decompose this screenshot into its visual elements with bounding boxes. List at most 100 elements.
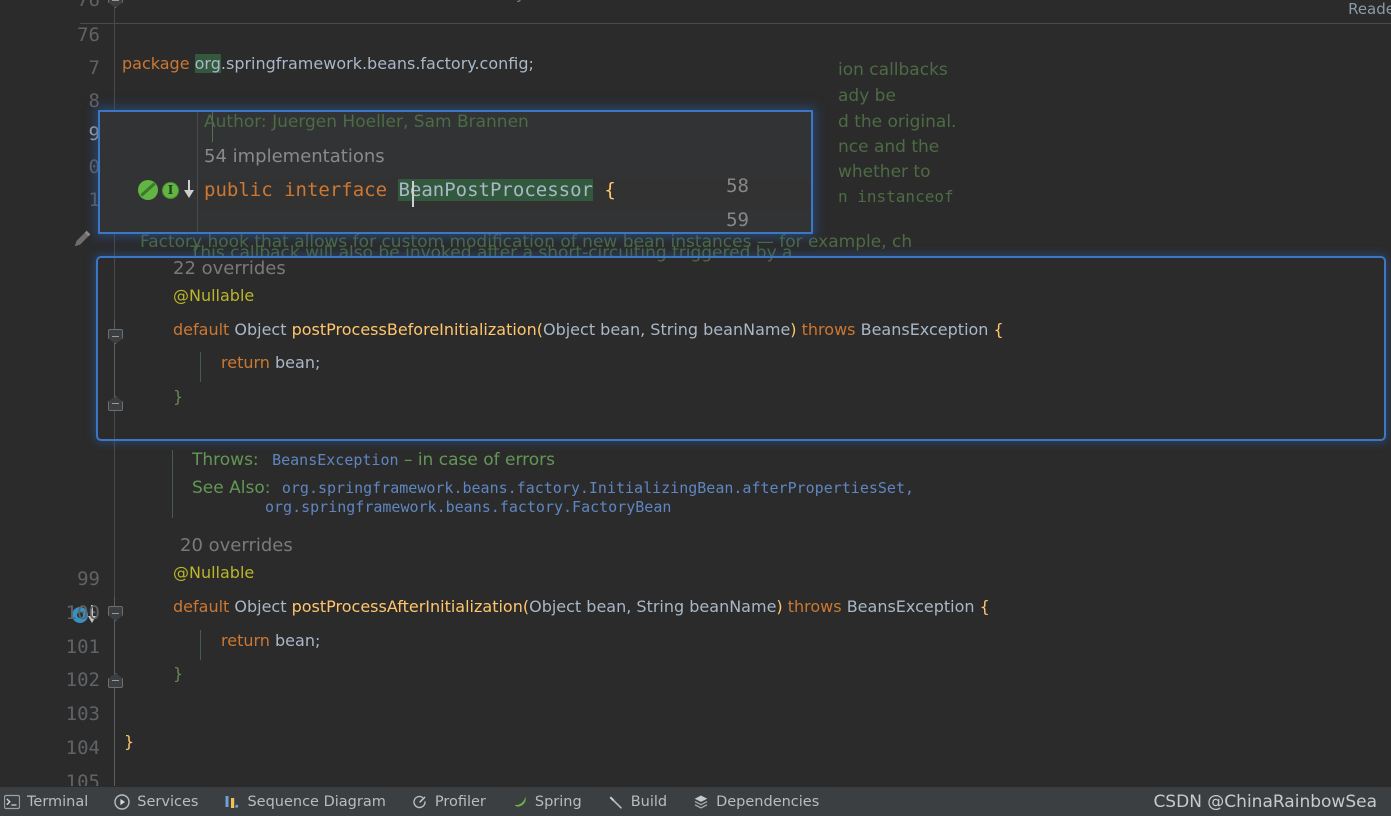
line-number-105: 105 — [65, 771, 100, 786]
popup-author-line: Author: Juergen Hoeller, Sam Brannen — [204, 112, 529, 132]
keyword-return: return — [221, 631, 270, 650]
status-item-profiler[interactable]: Profiler — [399, 787, 499, 816]
status-item-terminal[interactable]: Terminal — [0, 787, 101, 816]
popup-gutter — [100, 112, 198, 232]
javadoc-seealso-row-2: org.springframework.beans.factory.Factor… — [265, 497, 671, 517]
keyword-return: return — [221, 353, 270, 372]
popup-declaration-line: public interface BeanPostProcessor { — [204, 174, 616, 207]
paren-close: ) — [776, 597, 783, 616]
keyword-default: default — [173, 597, 230, 616]
javadoc-throws-row: Throws: BeansException – in case of erro… — [192, 450, 555, 470]
line-number-79: 9 — [88, 123, 100, 145]
throws-type: BeansException — [860, 320, 989, 339]
code-editor[interactable]: 76 } 76 7 8 9 0 1 package org.springfram… — [0, 0, 1391, 786]
param2-type: String — [631, 597, 685, 616]
javadoc-throws-type[interactable]: BeansException — [272, 451, 398, 469]
popup-implementations-hint[interactable]: 54 implementations — [204, 140, 385, 173]
line-number-80: 0 — [88, 156, 100, 178]
status-item-label: Profiler — [434, 793, 486, 810]
terminal-icon — [3, 794, 21, 810]
line-number-101: 101 — [65, 636, 100, 658]
sequence-diagram-icon — [224, 794, 240, 810]
faded-javadoc-right-4: nce and the — [838, 137, 940, 157]
status-bar: Terminal Services Sequence Diagram Profi… — [0, 786, 1391, 816]
interface-icon[interactable]: I — [162, 182, 179, 199]
keyword-interface: interface — [272, 179, 399, 201]
fold-marker-method-after-end[interactable] — [108, 673, 123, 688]
annotation-text: @Nullable — [173, 563, 255, 582]
pencil-icon[interactable] — [72, 228, 94, 250]
status-item-services[interactable]: Services — [101, 787, 211, 816]
reader-mode-badge[interactable]: Reade — [1348, 0, 1391, 18]
method-close-brace-before: } — [173, 387, 183, 421]
status-item-spring[interactable]: Spring — [499, 787, 595, 816]
status-item-label: Spring — [534, 793, 582, 810]
popup-line-number-59: 59 — [726, 209, 749, 231]
package-path: .springframework.beans.factory.config; — [220, 54, 534, 73]
indent-guide-after — [200, 630, 201, 660]
javadoc-seealso-row: See Also: org.springframework.beans.fact… — [192, 478, 914, 498]
layers-icon — [693, 794, 709, 810]
line-number-81: 1 — [88, 189, 100, 211]
return-value: bean; — [269, 631, 321, 650]
param2-name: beanName — [684, 597, 777, 616]
param1-type: Object — [542, 320, 596, 339]
param2-name: beanName — [698, 320, 791, 339]
profiler-icon — [412, 794, 428, 810]
keyword-default: default — [173, 320, 230, 339]
fold-marker-method-after-start[interactable] — [108, 606, 123, 621]
annotation-nullable-before: @Nullable — [173, 286, 254, 320]
param1-type: Object — [529, 597, 582, 616]
closing-brace: } — [515, 0, 525, 3]
javadoc-seealso-link-1[interactable]: org.springframework.beans.factory.Initia… — [282, 479, 914, 497]
interface-name: BeanPostProcessor — [398, 179, 593, 201]
method-body-return-after: return bean; — [221, 631, 320, 665]
javadoc-seealso-link-2[interactable]: org.springframework.beans.factory.Factor… — [265, 498, 671, 516]
line-number-104: 104 — [65, 737, 100, 759]
line-number-103: 103 — [65, 703, 100, 725]
faded-javadoc-right-2: ady be — [838, 86, 896, 106]
return-type: Object — [234, 597, 287, 616]
code-line-clipped: } — [515, 0, 525, 18]
javadoc-guide — [172, 450, 173, 518]
declaration-preview-popup[interactable]: 58 59 I Author: Juergen Hoeller, Sam Bra… — [98, 110, 813, 234]
line-number-100: 100 — [65, 602, 100, 624]
package-declaration-line: package org.springframework.beans.factor… — [122, 54, 534, 88]
method-signature-after: default Object postProcessAfterInitializ… — [173, 597, 990, 631]
fold-rail-after — [114, 597, 115, 786]
keyword-public: public — [204, 179, 273, 201]
package-selected-token: org — [194, 54, 221, 73]
status-item-label: Terminal — [27, 793, 89, 810]
method-signature-before: default Object postProcessBeforeInitiali… — [173, 320, 1004, 354]
return-value: bean; — [269, 353, 321, 372]
overrides-hint-before[interactable]: 22 overrides — [173, 258, 286, 279]
status-item-label: Sequence Diagram — [247, 793, 386, 810]
indent-guide-before — [200, 352, 201, 382]
play-circle-icon — [114, 793, 130, 810]
fold-marker-top[interactable] — [108, 0, 123, 8]
faded-javadoc-right-6: n instanceof — [838, 187, 954, 206]
status-item-label: Dependencies — [716, 793, 820, 810]
faded-javadoc-right-5: whether to — [838, 162, 931, 182]
fold-marker-method-before-start[interactable] — [108, 329, 123, 344]
class-close-brace: } — [124, 732, 135, 751]
status-item-sequence-diagram[interactable]: Sequence Diagram — [211, 787, 398, 816]
status-item-dependencies[interactable]: Dependencies — [680, 787, 832, 816]
annotation-nullable-after: @Nullable — [173, 563, 254, 597]
line-number-102: 102 — [65, 669, 100, 691]
implementations-arrow-icon[interactable] — [183, 180, 195, 200]
class-close-brace-line: } — [124, 732, 134, 766]
param2-type: String — [645, 320, 699, 339]
paren-close: ) — [790, 320, 797, 339]
param1-name: bean, — [581, 597, 632, 616]
spring-bean-icon[interactable] — [138, 180, 158, 200]
status-item-build[interactable]: Build — [595, 787, 680, 816]
fold-marker-method-before-end[interactable] — [108, 396, 123, 411]
line-number-99: 99 — [77, 568, 100, 590]
brace-open: { — [592, 179, 616, 201]
brace-close: } — [173, 387, 184, 406]
faded-javadoc-right-3: d the original. — [838, 112, 957, 132]
arrow-head — [184, 190, 194, 198]
param1-name: bean, — [595, 320, 646, 339]
overrides-hint-after[interactable]: 20 overrides — [180, 535, 293, 556]
